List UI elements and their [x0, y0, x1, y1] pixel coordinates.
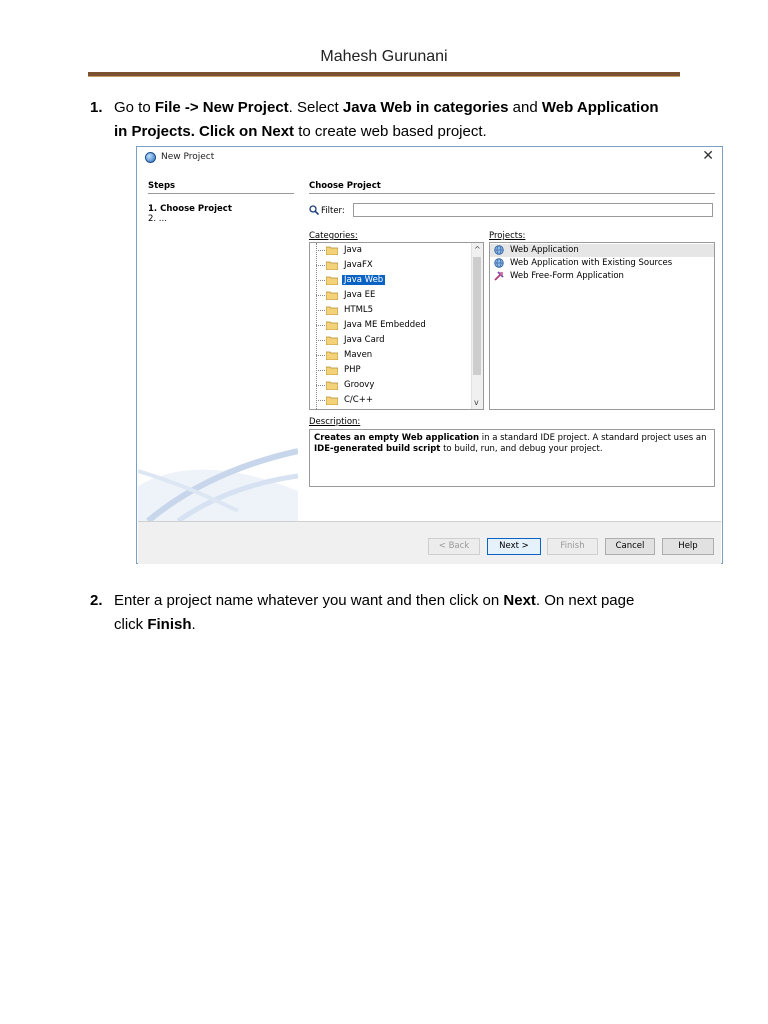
step-2-bold: Next — [503, 592, 536, 609]
step-1-bold: Java Web in categories — [342, 99, 509, 116]
folder-icon — [326, 381, 338, 390]
step-1-text: and — [508, 99, 542, 116]
project-item[interactable]: Web Free-Form Application — [490, 270, 714, 283]
step-1-bold: Web Application — [541, 99, 659, 116]
content-panel: Choose Project Filter: Categories: Proje… — [299, 169, 721, 521]
category-label: C/C++ — [344, 395, 373, 405]
description-box: Creates an empty Web application in a st… — [309, 429, 715, 487]
folder-icon — [326, 306, 338, 315]
next-button[interactable]: Next > — [487, 538, 541, 555]
category-label: Groovy — [344, 380, 375, 390]
projects-list[interactable]: Web Application Web Application with Exi… — [489, 242, 715, 410]
description-text: to build, run, and debug your project. — [440, 444, 603, 454]
back-button[interactable]: < Back — [428, 538, 480, 555]
step-1-text: . Select — [288, 99, 343, 116]
categories-scrollbar[interactable]: ^ v — [471, 243, 483, 409]
category-label: Java Web — [340, 274, 387, 286]
step-item-next: 2. ... — [148, 214, 167, 224]
folder-icon — [326, 246, 338, 255]
page-header: Mahesh Gurunani — [320, 48, 448, 65]
category-label: Java — [344, 245, 362, 255]
folder-icon — [326, 351, 338, 360]
category-label: HTML5 — [344, 305, 374, 315]
step-2-text: . — [191, 616, 196, 633]
step-2: 2. Enter a project name whatever you wan… — [90, 589, 690, 637]
steps-divider — [148, 193, 294, 194]
help-button[interactable]: Help — [662, 538, 714, 555]
description-label: Description: — [309, 417, 361, 427]
content-heading: Choose Project — [309, 181, 381, 191]
globe-icon — [494, 245, 504, 255]
finish-button[interactable]: Finish — [547, 538, 598, 555]
categories-label: Categories: — [309, 231, 358, 241]
step-1-text: to create web based project. — [294, 123, 487, 140]
step-1-bold: in Projects. Click on Next — [114, 123, 295, 140]
project-label: Web Application — [510, 245, 579, 255]
new-project-dialog: New Project ✕ Steps 1. Choose Project 2.… — [136, 146, 723, 564]
cancel-button[interactable]: Cancel — [605, 538, 655, 555]
steps-heading: Steps — [148, 181, 176, 191]
description-bold: Creates an empty Web application — [314, 433, 480, 443]
netbeans-icon — [145, 152, 156, 163]
folder-icon — [326, 396, 338, 405]
category-label: Java Card — [344, 335, 385, 345]
steps-panel: Steps 1. Choose Project 2. ... — [138, 169, 298, 521]
header-rule — [88, 72, 680, 77]
chevron-up-icon[interactable]: ^ — [474, 245, 481, 254]
filter-input[interactable] — [353, 203, 713, 217]
step-1: 1. Go to File -> New Project. Select Jav… — [90, 96, 690, 144]
filter-label: Filter: — [321, 206, 345, 216]
step-1-text: Go to — [114, 99, 155, 116]
category-label: Maven — [344, 350, 373, 360]
step-1-bold: File -> New Project — [154, 99, 289, 116]
step-2-text: click — [114, 616, 148, 633]
project-item[interactable]: Web Application with Existing Sources — [490, 257, 714, 270]
tools-icon — [494, 271, 504, 281]
folder-icon — [326, 291, 338, 300]
project-label: Web Application with Existing Sources — [510, 258, 673, 268]
category-label: Java EE — [344, 290, 376, 300]
step-2-text: . On next page — [535, 592, 635, 609]
step-1-number: 1. — [90, 99, 103, 116]
step-item-choose-project: 1. Choose Project — [148, 204, 232, 214]
folder-icon — [326, 321, 338, 330]
category-label: Java ME Embedded — [344, 320, 426, 330]
description-bold: IDE-generated build script — [314, 444, 441, 454]
search-icon — [309, 205, 319, 215]
category-label: PHP — [344, 365, 361, 375]
category-label: JavaFX — [344, 260, 373, 270]
folder-icon — [326, 261, 338, 270]
projects-label: Projects: — [489, 231, 526, 241]
scroll-thumb[interactable] — [473, 257, 481, 375]
dialog-footer: < Back Next > Finish Cancel Help — [138, 521, 721, 564]
description-text: in a standard IDE project. A standard pr… — [479, 433, 707, 443]
project-label: Web Free-Form Application — [510, 271, 624, 281]
folder-icon — [326, 336, 338, 345]
step-2-text: Enter a project name whatever you want a… — [114, 592, 504, 609]
dialog-title: New Project — [161, 152, 215, 162]
dialog-titlebar[interactable]: New Project ✕ — [137, 147, 722, 169]
step-2-bold: Finish — [147, 616, 192, 633]
close-icon[interactable]: ✕ — [702, 148, 714, 164]
content-divider — [309, 193, 715, 194]
project-item-selected[interactable]: Web Application — [490, 244, 714, 257]
folder-icon — [326, 366, 338, 375]
folder-icon — [326, 276, 338, 285]
categories-list[interactable]: Java JavaFX Java Web Java EE HTML5 Java … — [309, 242, 484, 410]
decorative-swoosh — [138, 448, 298, 521]
step-2-number: 2. — [90, 592, 103, 609]
chevron-down-icon[interactable]: v — [474, 398, 479, 407]
globe-icon — [494, 258, 504, 268]
